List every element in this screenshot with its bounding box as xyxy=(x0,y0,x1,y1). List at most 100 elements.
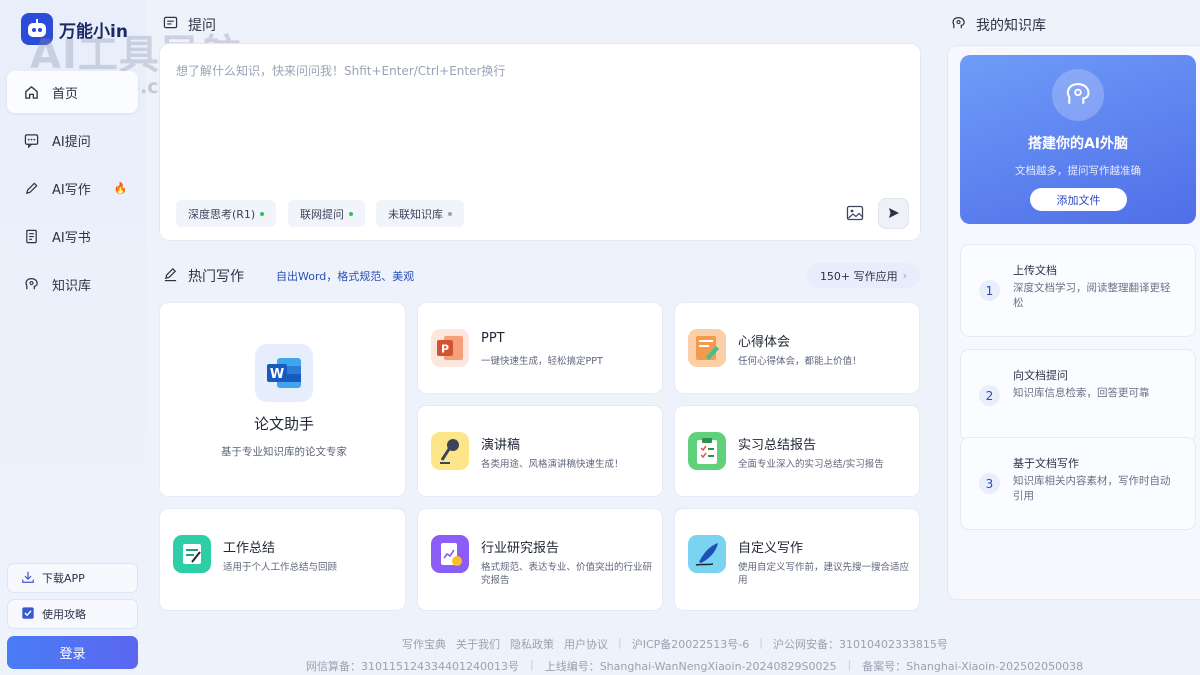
sidebar: 万能小in AI工具导航 aitools123.com 首页 AI提问 AI写作… xyxy=(0,0,241,675)
chip-label: 联网提问 xyxy=(300,207,344,221)
download-app-button[interactable]: 下载APP xyxy=(7,563,138,593)
brain-icon xyxy=(1052,69,1104,121)
web-search-toggle[interactable]: 联网提问 xyxy=(288,200,365,227)
card-desc: 适用于个人工作总结与回顾 xyxy=(223,562,338,573)
knowledge-base-toggle[interactable]: 未联知识库 xyxy=(376,200,464,227)
industry-report-card[interactable]: 行业研究报告 格式规范、表达专业、价值突出的行业研究报告 xyxy=(417,508,663,611)
card-title: 演讲稿 xyxy=(481,438,521,453)
checkbox-icon xyxy=(21,606,35,623)
pen-icon xyxy=(163,267,178,286)
more-apps-link[interactable]: 150+ 写作应用 › xyxy=(807,263,920,288)
chip-label: 未联知识库 xyxy=(388,207,443,221)
home-icon xyxy=(23,84,39,100)
add-file-button[interactable]: 添加文件 xyxy=(1030,188,1127,211)
footer-icp[interactable]: 沪ICP备20022513号-6 xyxy=(632,636,750,652)
summary-icon xyxy=(173,535,211,573)
login-button[interactable]: 登录 xyxy=(7,636,138,669)
step-write-document: 3 基于文档写作 知识库相关内容素材，写作时自动引用 xyxy=(960,437,1196,530)
card-title: 行业研究报告 xyxy=(481,541,560,556)
card-title: 实习总结报告 xyxy=(738,438,817,453)
card-title: PPT xyxy=(481,331,505,346)
send-button[interactable] xyxy=(878,198,909,229)
pen-icon xyxy=(23,180,39,196)
clipboard-icon xyxy=(688,432,726,470)
divider: | xyxy=(847,658,852,671)
ask-box: 想了解什么知识，快来问问我！Shfit+Enter/Ctrl+Enter换行 深… xyxy=(159,43,921,241)
robot-logo-icon xyxy=(21,13,53,45)
ask-icon xyxy=(163,16,178,34)
sidebar-item-ai-ask[interactable]: AI提问 xyxy=(7,119,138,161)
step-desc: 知识库信息检索，回答更可靠 xyxy=(1013,387,1150,399)
divider: | xyxy=(529,658,534,671)
sidebar-item-ai-write[interactable]: AI写作 🔥 xyxy=(7,167,138,209)
step-title: 向文档提问 xyxy=(1013,369,1068,382)
sidebar-item-label: AI写作 xyxy=(52,182,91,198)
knowledge-hero: 搭建你的AI外脑 文档越多，提问写作越准确 添加文件 xyxy=(960,55,1196,224)
footer-police[interactable]: 沪公网安备：31010402333815号 xyxy=(773,636,948,652)
notes-icon xyxy=(688,329,726,367)
sidebar-item-home[interactable]: 首页 xyxy=(7,71,138,113)
status-dot xyxy=(349,211,353,216)
brain-icon xyxy=(23,276,39,292)
step-number: 3 xyxy=(979,473,1000,494)
book-icon xyxy=(23,228,39,244)
step-desc: 深度文档学习，阅读整理翻译更轻松 xyxy=(1013,282,1171,309)
send-icon xyxy=(888,204,900,223)
step-ask-document: 2 向文档提问 知识库信息检索，回答更可靠 xyxy=(960,349,1196,442)
sidebar-item-knowledge[interactable]: 知识库 xyxy=(7,263,138,305)
footer-netinfo: 网信算备：310115124334401240013号 xyxy=(306,660,519,673)
speech-card[interactable]: 演讲稿 各类用途、风格演讲稿快速生成！ xyxy=(417,405,663,497)
step-title: 上传文档 xyxy=(1013,264,1057,277)
hero-subtitle: 文档越多，提问写作越准确 xyxy=(1015,165,1141,177)
step-title: 基于文档写作 xyxy=(1013,457,1079,470)
svg-text:P: P xyxy=(441,343,449,356)
card-title: 自定义写作 xyxy=(738,541,804,556)
guide-label: 使用攻略 xyxy=(42,608,86,621)
more-apps-label: 150+ 写作应用 xyxy=(819,269,898,283)
sidebar-item-ai-book[interactable]: AI写书 xyxy=(7,215,138,257)
ask-input[interactable]: 想了解什么知识，快来问问我！Shfit+Enter/Ctrl+Enter换行 xyxy=(176,62,505,79)
footer-online: 上线编号：Shanghai-WanNengXiaoin-20240829S002… xyxy=(544,660,837,673)
fire-icon: 🔥 xyxy=(113,181,128,195)
thesis-assistant-card[interactable]: W 论文助手 基于专业知识库的论文专家 xyxy=(159,302,406,497)
report-icon xyxy=(431,535,469,573)
card-desc: 使用自定义写作前，建议先搜一搜合适应用 xyxy=(738,562,910,586)
ppt-card[interactable]: P PPT 一键快速生成，轻松搞定PPT xyxy=(417,302,663,394)
step-number: 1 xyxy=(979,280,1000,301)
chip-label: 深度思考(R1) xyxy=(188,207,256,221)
footer-link[interactable]: 写作宝典 xyxy=(402,636,446,652)
knowledge-section-title: 我的知识库 xyxy=(976,18,1046,34)
card-desc: 格式规范、表达专业、价值突出的行业研究报告 xyxy=(481,562,653,586)
microphone-icon xyxy=(431,432,469,470)
download-icon xyxy=(21,570,35,587)
footer-records: 网信算备：310115124334401240013号 | 上线编号：Shang… xyxy=(306,658,1083,674)
divider: | xyxy=(618,636,622,649)
quill-icon xyxy=(688,535,726,573)
chevron-right-icon: › xyxy=(902,269,908,282)
word-icon: W xyxy=(255,344,313,402)
custom-writing-card[interactable]: 自定义写作 使用自定义写作前，建议先搜一搜合适应用 xyxy=(674,508,920,611)
reflection-card[interactable]: 心得体会 任何心得体会，都能上价值！ xyxy=(674,302,920,394)
image-upload-icon[interactable] xyxy=(846,204,866,224)
app-logo[interactable]: 万能小in xyxy=(21,13,128,45)
status-dot xyxy=(260,211,265,216)
footer-link[interactable]: 关于我们 xyxy=(456,636,500,652)
sidebar-item-label: 首页 xyxy=(52,86,79,102)
brain-icon xyxy=(951,16,966,35)
card-title: 工作总结 xyxy=(223,541,276,556)
hot-tagline: 自出Word，格式规范、美观 xyxy=(276,270,415,283)
internship-report-card[interactable]: 实习总结报告 全面专业深入的实习总结/实习报告 xyxy=(674,405,920,497)
deep-think-toggle[interactable]: 深度思考(R1) xyxy=(176,200,277,227)
footer-link[interactable]: 用户协议 xyxy=(564,636,608,652)
step-desc: 知识库相关内容素材，写作时自动引用 xyxy=(1013,475,1171,502)
footer-link[interactable]: 隐私政策 xyxy=(510,636,554,652)
card-title: 论文助手 xyxy=(253,415,314,433)
ask-section-title: 提问 xyxy=(188,18,216,34)
work-summary-card[interactable]: 工作总结 适用于个人工作总结与回顾 xyxy=(159,508,406,611)
ask-section-header: 提问 xyxy=(163,15,216,35)
card-desc: 全面专业深入的实习总结/实习报告 xyxy=(738,459,884,470)
guide-button[interactable]: 使用攻略 xyxy=(7,599,138,629)
svg-text:W: W xyxy=(270,367,284,382)
card-desc: 基于专业知识库的论文专家 xyxy=(221,446,347,458)
footer-record: 备案号：Shanghai-Xiaoin-202502050038 xyxy=(862,660,1084,673)
